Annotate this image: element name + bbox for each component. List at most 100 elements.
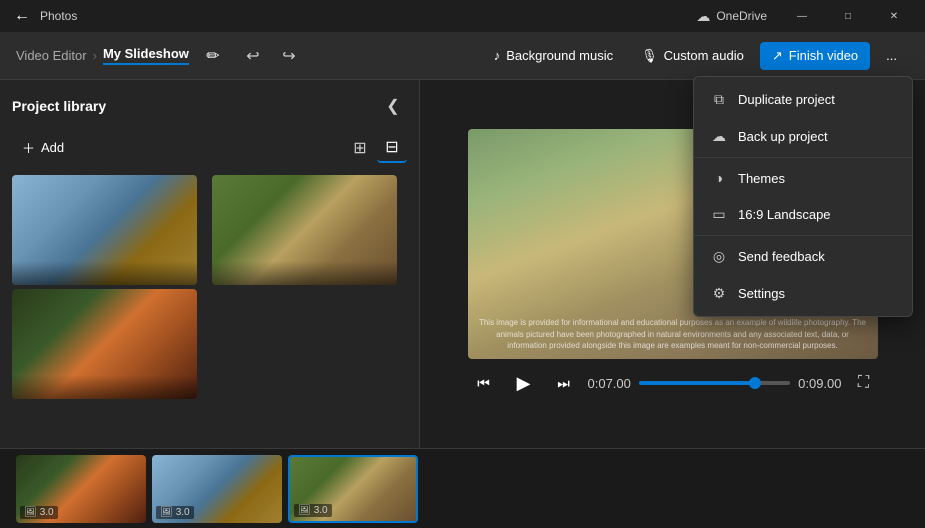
backup-label: Back up project: [738, 129, 828, 144]
step-forward-icon: ⏭: [557, 375, 570, 392]
grid-view-small-button[interactable]: ⊞: [345, 133, 375, 163]
feedback-icon: ◎: [710, 248, 728, 265]
undo-redo-group: ↩ ↪: [237, 40, 305, 72]
thumb-overlay-2: [212, 261, 397, 285]
pencil-icon: ✏: [206, 46, 219, 66]
custom-audio-label: Custom audio: [664, 48, 744, 63]
grid-view-large-button[interactable]: ⊟: [377, 133, 407, 163]
media-item-wolves[interactable]: [12, 175, 197, 285]
plus-icon: ＋: [22, 138, 35, 157]
onedrive-area: ☁ OneDrive: [696, 8, 767, 25]
thumb-overlay: [12, 261, 197, 285]
menu-divider-1: [694, 157, 912, 158]
undo-button[interactable]: ↩: [237, 40, 269, 72]
toolbar-actions: ♪ Background music 🎙 Custom audio ↗ Fini…: [482, 42, 909, 70]
feedback-label: Send feedback: [738, 249, 825, 264]
finish-icon: ↗: [772, 48, 783, 64]
menu-send-feedback[interactable]: ◎ Send feedback: [694, 238, 912, 275]
maximize-button[interactable]: □: [825, 0, 871, 32]
menu-divider-2: [694, 235, 912, 236]
thumb-overlay-3: [12, 375, 197, 399]
duration-1: 3.0: [40, 507, 54, 518]
progress-fill: [639, 381, 755, 385]
sidebar-header: Project library ❮: [12, 92, 407, 120]
breadcrumb-current: My Slideshow: [103, 46, 189, 65]
timeline: 🖼 3.0 🖼 3.0 🖼 3.0: [0, 448, 925, 528]
breadcrumb-parent[interactable]: Video Editor: [16, 48, 87, 63]
fullscreen-button[interactable]: ⛶: [850, 369, 878, 397]
close-button[interactable]: ✕: [871, 0, 917, 32]
back-icon: ←: [14, 7, 30, 25]
play-pause-button[interactable]: ▶: [508, 367, 540, 399]
background-music-label: Background music: [506, 48, 613, 63]
view-toggle: ⊞ ⊟: [345, 133, 407, 163]
finish-video-label: Finish video: [789, 48, 858, 63]
fullscreen-icon: ⛶: [858, 374, 869, 392]
breadcrumb: Video Editor › My Slideshow: [16, 46, 189, 65]
menu-duplicate-project[interactable]: ⧉ Duplicate project: [694, 81, 912, 118]
edit-title-button[interactable]: ✏: [197, 40, 229, 72]
image-icon-2: 🖼: [160, 507, 173, 518]
menu-landscape[interactable]: ▭ 16:9 Landscape: [694, 196, 912, 233]
collapse-sidebar-button[interactable]: ❮: [379, 92, 407, 120]
settings-icon: ⚙: [710, 285, 728, 302]
timeline-label-2: 🖼 3.0: [156, 506, 194, 519]
redo-icon: ↪: [282, 46, 295, 66]
onedrive-icon: ☁: [696, 8, 710, 25]
more-icon: ...: [886, 48, 897, 63]
media-grid: [12, 175, 407, 399]
minimize-button[interactable]: —: [779, 0, 825, 32]
app-title: Photos: [40, 9, 77, 23]
redo-button[interactable]: ↪: [273, 40, 305, 72]
timeline-item-2[interactable]: 🖼 3.0: [152, 455, 282, 523]
chevron-left-icon: ❮: [386, 96, 399, 116]
undo-icon: ↩: [246, 46, 259, 66]
back-button[interactable]: ←: [8, 2, 36, 30]
step-back-icon: ⏮: [477, 375, 490, 392]
timeline-label-1: 🖼 3.0: [20, 506, 58, 519]
settings-label: Settings: [738, 286, 785, 301]
step-forward-button[interactable]: ⏭: [548, 367, 580, 399]
more-options-button[interactable]: ...: [874, 42, 909, 69]
dropdown-menu: ⧉ Duplicate project ☁ Back up project ◑ …: [693, 76, 913, 317]
image-icon-3: 🖼: [298, 505, 311, 516]
timeline-item-1[interactable]: 🖼 3.0: [16, 455, 146, 523]
add-media-button[interactable]: ＋ Add: [12, 132, 74, 163]
timeline-item-3[interactable]: 🖼 3.0: [288, 455, 418, 523]
media-item-tigers[interactable]: [12, 289, 197, 399]
progress-bar[interactable]: [639, 381, 790, 385]
timeline-label-3: 🖼 3.0: [294, 504, 332, 517]
menu-themes[interactable]: ◑ Themes: [694, 160, 912, 196]
themes-label: Themes: [738, 171, 785, 186]
add-label: Add: [41, 140, 64, 155]
breadcrumb-separator: ›: [93, 48, 97, 63]
current-time: 0:07.00: [588, 376, 631, 391]
menu-settings[interactable]: ⚙ Settings: [694, 275, 912, 312]
landscape-icon: ▭: [710, 206, 728, 223]
grid-large-icon: ⊟: [385, 137, 398, 157]
custom-audio-button[interactable]: 🎙 Custom audio: [629, 42, 756, 70]
sidebar-toolbar: ＋ Add ⊞ ⊟: [12, 132, 407, 163]
menu-backup-project[interactable]: ☁ Back up project: [694, 118, 912, 155]
duration-3: 3.0: [314, 505, 328, 516]
toolbar: Video Editor › My Slideshow ✏ ↩ ↪ ♪ Back…: [0, 32, 925, 80]
music-icon: ♪: [494, 48, 501, 63]
play-icon: ▶: [517, 373, 531, 394]
media-item-cubs[interactable]: [212, 175, 397, 285]
playback-controls: ⏮ ▶ ⏭ 0:07.00 0:09.00 ⛶: [468, 367, 878, 399]
finish-video-button[interactable]: ↗ Finish video: [760, 42, 870, 70]
landscape-label: 16:9 Landscape: [738, 207, 831, 222]
themes-icon: ◑: [710, 170, 728, 186]
audio-icon: 🎙: [641, 48, 658, 64]
titlebar: ← Photos ☁ OneDrive — □ ✕: [0, 0, 925, 32]
duration-2: 3.0: [176, 507, 190, 518]
window-controls: — □ ✕: [779, 0, 917, 32]
background-music-button[interactable]: ♪ Background music: [482, 42, 625, 69]
duplicate-icon: ⧉: [710, 91, 728, 108]
progress-thumb[interactable]: [749, 377, 761, 389]
sidebar-title: Project library: [12, 98, 106, 114]
grid-small-icon: ⊞: [353, 138, 366, 158]
step-back-button[interactable]: ⏮: [468, 367, 500, 399]
video-caption: This image is provided for informational…: [468, 317, 878, 351]
backup-icon: ☁: [710, 128, 728, 145]
